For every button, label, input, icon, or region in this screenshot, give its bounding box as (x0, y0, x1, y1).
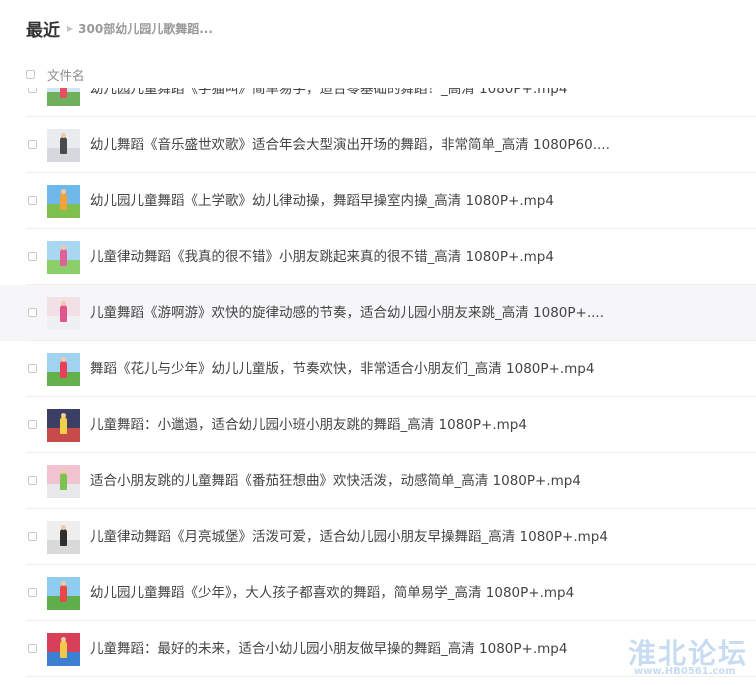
thumbnail-dancer (60, 249, 67, 266)
file-name[interactable]: 幼儿园儿童舞蹈《学猫叫》简单易学，适合零基础的舞蹈！_高清 1080P+.mp4 (90, 88, 567, 117)
file-row[interactable]: 儿童律动舞蹈《我真的很不错》小朋友跳起来真的很不错_高清 1080P+.mp4 (0, 229, 756, 285)
column-header: 文件名 (26, 64, 85, 84)
file-row[interactable]: 舞蹈《花儿与少年》幼儿儿童版，节奏欢快，非常适合小朋友们_高清 1080P+.m… (0, 341, 756, 397)
row-checkbox[interactable] (28, 196, 37, 205)
video-thumbnail[interactable] (47, 353, 80, 386)
page-title: 最近 (26, 20, 60, 41)
thumbnail-dancer-head (61, 301, 66, 306)
thumbnail-dancer (60, 305, 67, 322)
video-thumbnail[interactable] (47, 129, 80, 162)
thumbnail-dancer (60, 529, 67, 546)
thumbnail-dancer (60, 473, 67, 490)
video-thumbnail[interactable] (47, 241, 80, 274)
video-thumbnail[interactable] (47, 465, 80, 498)
video-thumbnail[interactable] (47, 633, 80, 666)
row-checkbox[interactable] (28, 532, 37, 541)
file-row[interactable]: 儿童律动舞蹈《月亮城堡》活泼可爱，适合幼儿园小朋友早操舞蹈_高清 1080P+.… (0, 509, 756, 565)
file-name[interactable]: 幼儿园儿童舞蹈《上学歌》幼儿律动操，舞蹈早操室内操_高清 1080P+.mp4 (90, 173, 554, 229)
row-checkbox[interactable] (28, 252, 37, 261)
file-row[interactable]: 适合小朋友跳的儿童舞蹈《番茄狂想曲》欢快活泼，动感简单_高清 1080P+.mp… (0, 453, 756, 509)
file-name[interactable]: 舞蹈《花儿与少年》幼儿儿童版，节奏欢快，非常适合小朋友们_高清 1080P+.m… (90, 341, 594, 397)
file-row[interactable]: 幼儿舞蹈《音乐盛世欢歌》适合年会大型演出开场的舞蹈，非常简单_高清 1080P6… (0, 117, 756, 173)
row-checkbox[interactable] (28, 588, 37, 597)
file-list-rows: 幼儿园儿童舞蹈《学猫叫》简单易学，适合零基础的舞蹈！_高清 1080P+.mp4… (0, 88, 756, 677)
thumbnail-dancer (60, 417, 67, 434)
row-checkbox[interactable] (28, 308, 37, 317)
video-thumbnail[interactable] (47, 297, 80, 330)
select-all-checkbox[interactable] (26, 69, 35, 79)
thumbnail-dancer (60, 137, 67, 154)
row-checkbox[interactable] (28, 420, 37, 429)
thumbnail-dancer-head (61, 189, 66, 194)
video-thumbnail[interactable] (47, 88, 80, 106)
file-row[interactable]: 幼儿园儿童舞蹈《学猫叫》简单易学，适合零基础的舞蹈！_高清 1080P+.mp4 (0, 88, 756, 117)
page-header: 最近 ▶ 300部幼儿园儿歌舞蹈... (26, 16, 213, 41)
file-list[interactable]: 幼儿园儿童舞蹈《学猫叫》简单易学，适合零基础的舞蹈！_高清 1080P+.mp4… (0, 88, 756, 686)
column-header-filename[interactable]: 文件名 (47, 65, 85, 84)
file-name[interactable]: 儿童舞蹈：小邋遢，适合幼儿园小班小朋友跳的舞蹈_高清 1080P+.mp4 (90, 397, 527, 453)
thumbnail-dancer-head (61, 525, 66, 530)
watermark-url: www.HB0561.com (634, 666, 736, 677)
breadcrumb-separator-icon: ▶ (67, 23, 74, 33)
file-name[interactable]: 儿童舞蹈《游啊游》欢快的旋律动感的节奏，适合幼儿园小朋友来跳_高清 1080P+… (90, 285, 604, 341)
file-name[interactable]: 幼儿园儿童舞蹈《少年》，大人孩子都喜欢的舞蹈，简单易学_高清 1080P+.mp… (90, 565, 574, 621)
file-name[interactable]: 儿童舞蹈：最好的未来，适合小幼儿园小朋友做早操的舞蹈_高清 1080P+.mp4 (90, 621, 567, 677)
video-thumbnail[interactable] (47, 521, 80, 554)
thumbnail-dancer-head (61, 469, 66, 474)
file-name[interactable]: 儿童律动舞蹈《月亮城堡》活泼可爱，适合幼儿园小朋友早操舞蹈_高清 1080P+.… (90, 509, 608, 565)
row-checkbox[interactable] (28, 476, 37, 485)
row-checkbox[interactable] (28, 644, 37, 653)
thumbnail-dancer (60, 585, 67, 602)
file-row[interactable]: 儿童舞蹈《游啊游》欢快的旋律动感的节奏，适合幼儿园小朋友来跳_高清 1080P+… (0, 285, 756, 341)
thumbnail-dancer-head (61, 581, 66, 586)
thumbnail-dancer (60, 641, 67, 658)
file-name[interactable]: 幼儿舞蹈《音乐盛世欢歌》适合年会大型演出开场的舞蹈，非常简单_高清 1080P6… (90, 117, 610, 173)
row-checkbox[interactable] (28, 88, 37, 93)
video-thumbnail[interactable] (47, 409, 80, 442)
file-name[interactable]: 适合小朋友跳的儿童舞蹈《番茄狂想曲》欢快活泼，动感简单_高清 1080P+.mp… (90, 453, 581, 509)
thumbnail-dancer (60, 361, 67, 378)
thumbnail-dancer-head (61, 637, 66, 642)
thumbnail-dancer-head (61, 413, 66, 418)
breadcrumb-folder[interactable]: 300部幼儿园儿歌舞蹈... (78, 20, 213, 37)
row-checkbox[interactable] (28, 140, 37, 149)
file-row[interactable]: 幼儿园儿童舞蹈《少年》，大人孩子都喜欢的舞蹈，简单易学_高清 1080P+.mp… (0, 565, 756, 621)
thumbnail-dancer (60, 193, 67, 210)
file-name[interactable]: 儿童律动舞蹈《我真的很不错》小朋友跳起来真的很不错_高清 1080P+.mp4 (90, 229, 554, 285)
site-watermark: 淮北论坛 www.HB0561.com (628, 632, 752, 686)
row-checkbox[interactable] (28, 364, 37, 373)
thumbnail-dancer (60, 88, 67, 98)
file-row[interactable]: 幼儿园儿童舞蹈《上学歌》幼儿律动操，舞蹈早操室内操_高清 1080P+.mp4 (0, 173, 756, 229)
file-row[interactable]: 儿童舞蹈：小邋遢，适合幼儿园小班小朋友跳的舞蹈_高清 1080P+.mp4 (0, 397, 756, 453)
thumbnail-dancer-head (61, 133, 66, 138)
video-thumbnail[interactable] (47, 577, 80, 610)
thumbnail-dancer-head (61, 357, 66, 362)
thumbnail-dancer-head (61, 245, 66, 250)
video-thumbnail[interactable] (47, 185, 80, 218)
